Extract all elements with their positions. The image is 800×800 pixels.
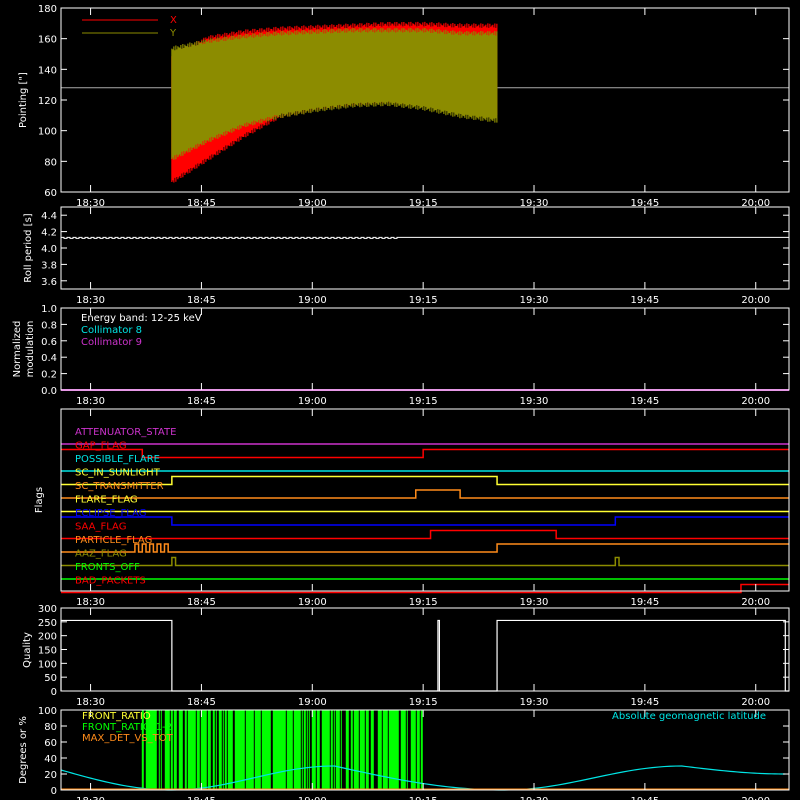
flag-label: POSSIBLE_FLARE: [75, 454, 160, 465]
y-tick-label: 300: [38, 604, 57, 615]
time-tick-label: 19:15: [409, 597, 438, 608]
y-tick-label: 20: [44, 770, 57, 781]
y-tick-label: 60: [44, 738, 57, 749]
y-tick-label: 50: [44, 673, 57, 684]
y-tick-label: 40: [44, 754, 57, 765]
time-tick-label: 18:45: [187, 796, 216, 800]
housekeeping-plot: 18:30 18:45 19:00 19:15 19:30 19:45 20:00 60 80 1…: [0, 0, 800, 800]
time-tick-label: 19:00: [298, 796, 327, 800]
y-tick-label: 80: [44, 157, 57, 168]
ratios-ylabel: Degrees or %: [18, 716, 29, 784]
y-tick-label: 100: [38, 659, 57, 670]
time-tick-label: 19:30: [520, 796, 549, 800]
flag-label: FRONTS_OFF: [75, 562, 140, 573]
y-tick-label: 4.0: [41, 244, 57, 255]
y-tick-label: 1.0: [41, 304, 57, 315]
time-tick-label: 19:15: [409, 697, 438, 708]
time-tick-label: 19:30: [520, 295, 549, 306]
time-tick-label: 19:15: [409, 396, 438, 407]
roll-period-ylabel: Roll period [s]: [23, 213, 34, 282]
flag-label: AAZ_FLAG: [75, 549, 127, 560]
y-tick-label: 150: [38, 646, 57, 657]
flag-label: SC_TRANSMITTER: [75, 481, 164, 492]
flag-label: SAA_FLAG: [75, 522, 126, 533]
time-tick-label: 19:45: [630, 796, 659, 800]
time-tick-label: 18:30: [76, 796, 105, 800]
y-tick-label: 4.2: [41, 228, 57, 239]
ratios-annotation: Absolute geomagnetic latitude: [612, 711, 766, 722]
ratios-legend-front-ratio: FRONT_RATIO: [82, 711, 151, 722]
modulation-ylabel-line1: Normalized: [12, 321, 23, 378]
time-tick-label: 19:30: [520, 396, 549, 407]
y-tick-label: 100: [38, 706, 57, 717]
time-tick-label: 19:15: [409, 796, 438, 800]
time-tick-label: 19:30: [520, 597, 549, 608]
time-tick-label: 19:00: [298, 697, 327, 708]
flag-label: SC_IN_SUNLIGHT: [75, 468, 161, 479]
y-tick-label: 0.6: [41, 337, 57, 348]
ratios-legend-front-ratio-1-2: FRONT_RATIO_1-2: [82, 722, 172, 733]
quality-ylabel: Quality: [22, 632, 33, 668]
y-tick-label: 0: [51, 687, 57, 698]
y-tick-label: 60: [44, 188, 57, 199]
flag-label: PARTICLE_FLAG: [75, 535, 152, 546]
time-tick-label: 20:00: [741, 295, 770, 306]
y-tick-label: 80: [44, 722, 57, 733]
time-tick-label: 19:30: [520, 697, 549, 708]
flag-label: BAD_PACKETS: [75, 576, 146, 587]
y-tick-label: 0: [51, 786, 57, 797]
time-tick-label: 18:45: [187, 295, 216, 306]
modulation-ylabel-line2: modulation: [25, 321, 36, 378]
y-tick-label: 0.4: [41, 353, 57, 364]
y-tick-label: 250: [38, 618, 57, 629]
time-tick-label: 20:00: [741, 697, 770, 708]
time-tick-label: 20:00: [741, 597, 770, 608]
modulation-legend-energy: Energy band: 12-25 keV: [81, 313, 202, 324]
time-tick-label: 20:00: [741, 796, 770, 800]
plot-background: [0, 0, 800, 800]
y-tick-label: 160: [38, 35, 57, 46]
flag-label: FLARE_FLAG: [75, 495, 138, 506]
y-tick-label: 0.8: [41, 320, 57, 331]
y-tick-label: 200: [38, 632, 57, 643]
time-tick-label: 18:30: [76, 396, 105, 407]
time-tick-label: 20:00: [741, 396, 770, 407]
time-tick-label: 18:45: [187, 597, 216, 608]
ratios-legend-max-det: MAX_DET_VS_TOT: [82, 733, 174, 744]
time-tick-label: 19:00: [298, 396, 327, 407]
modulation-legend-collimator-9: Collimator 9: [81, 337, 142, 348]
pointing-ylabel: Pointing ["]: [18, 72, 29, 128]
time-tick-label: 19:00: [298, 597, 327, 608]
time-tick-label: 19:45: [630, 396, 659, 407]
y-tick-label: 0.0: [41, 386, 57, 397]
time-tick-label: 19:45: [630, 697, 659, 708]
y-tick-label: 180: [38, 4, 57, 15]
legend-y-label: Y: [169, 28, 177, 39]
time-tick-label: 19:45: [630, 295, 659, 306]
flag-label: ATTENUATOR_STATE: [75, 427, 176, 438]
time-tick-label: 19:45: [630, 597, 659, 608]
flags-ylabel: Flags: [34, 487, 45, 513]
time-tick-label: 18:45: [187, 697, 216, 708]
time-tick-label: 18:30: [76, 295, 105, 306]
time-tick-label: 18:30: [76, 597, 105, 608]
time-tick-label: 19:00: [298, 295, 327, 306]
y-tick-label: 140: [38, 65, 57, 76]
y-tick-label: 100: [38, 127, 57, 138]
legend-x-label: X: [170, 15, 177, 26]
y-tick-label: 3.8: [41, 260, 57, 271]
y-tick-label: 3.6: [41, 277, 57, 288]
time-tick-label: 18:30: [76, 697, 105, 708]
y-tick-label: 0.2: [41, 370, 57, 381]
modulation-legend-collimator-8: Collimator 8: [81, 325, 142, 336]
time-tick-label: 18:45: [187, 396, 216, 407]
y-tick-label: 4.4: [41, 211, 57, 222]
y-tick-label: 120: [38, 96, 57, 107]
time-tick-label: 19:15: [409, 295, 438, 306]
